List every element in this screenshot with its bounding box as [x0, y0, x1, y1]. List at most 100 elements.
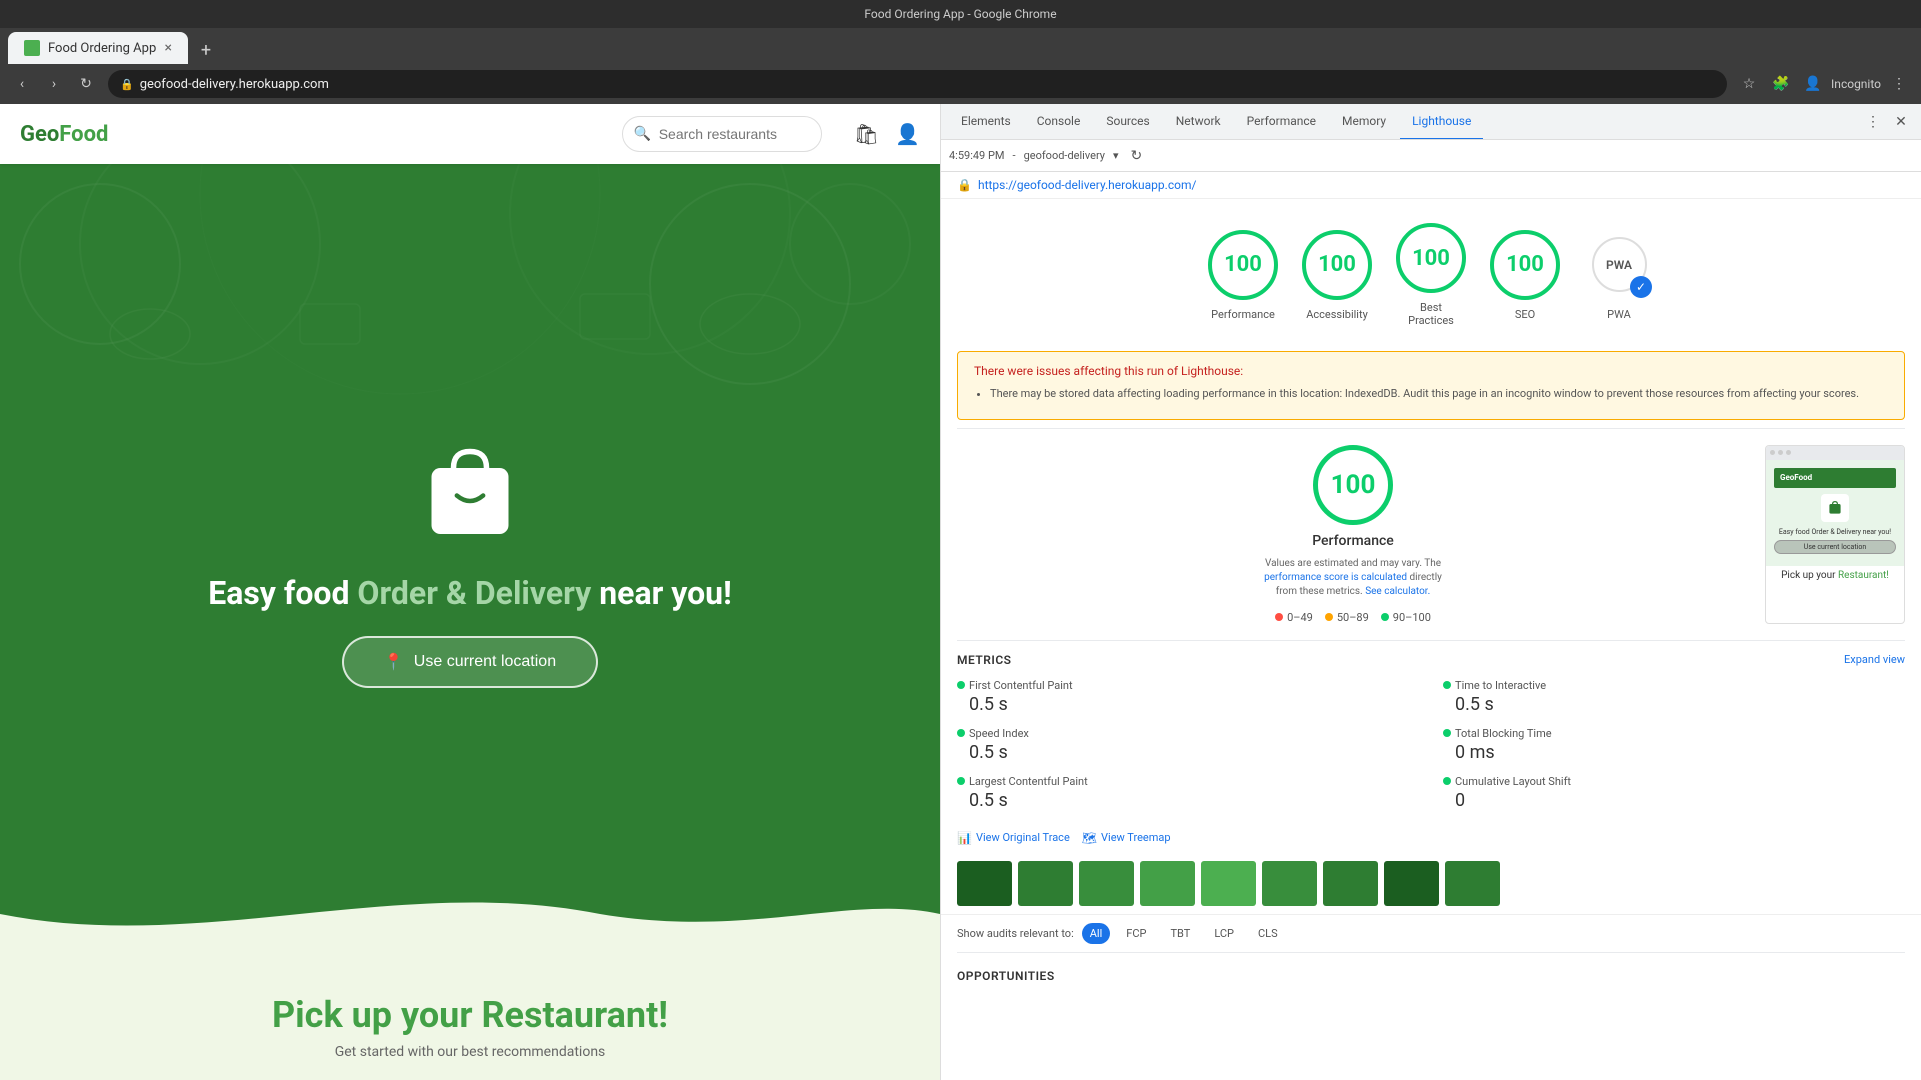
- hero-title-part1: Easy food: [208, 574, 357, 612]
- perf-note: Values are estimated and may vary. The p…: [1253, 557, 1453, 599]
- metric-lcp-value: 0.5 s: [957, 790, 1419, 811]
- devtools-tab-lighthouse[interactable]: Lighthouse: [1400, 104, 1483, 140]
- metric-fcp-name: First Contentful Paint: [957, 679, 1419, 692]
- refresh-button[interactable]: ↻: [72, 70, 100, 98]
- metric-tti-dot: [1443, 681, 1451, 689]
- metric-lcp: Largest Contentful Paint 0.5 s: [957, 775, 1419, 811]
- audit-tab-fcp[interactable]: FCP: [1118, 923, 1154, 944]
- pwa-score-label: PWA: [1607, 308, 1631, 321]
- legend-pass: 90–100: [1381, 611, 1431, 624]
- metric-cls-label: Cumulative Layout Shift: [1455, 775, 1571, 788]
- screenshot-header: [1766, 446, 1904, 460]
- browser-tab-active[interactable]: Food Ordering App ×: [8, 32, 188, 64]
- metrics-section: METRICS Expand view First Contentful Pai…: [941, 641, 1921, 823]
- warning-item-0: There may be stored data affecting loadi…: [990, 386, 1888, 403]
- score-best-practices: 100 Best Practices: [1396, 223, 1466, 327]
- browser-window: Food Ordering App - Google Chrome Food O…: [0, 0, 1921, 104]
- view-original-trace-button[interactable]: 📊 View Original Trace: [957, 831, 1070, 845]
- back-button[interactable]: ‹: [8, 70, 36, 98]
- devtools-tabs: Elements Console Sources Network Perform…: [941, 104, 1921, 140]
- view-treemap-button[interactable]: 🗺 View Treemap: [1082, 831, 1171, 845]
- browser-tab-bar: Food Ordering App × +: [0, 28, 1921, 64]
- browser-action-buttons: ☆ 🧩 👤 Incognito ⋮: [1735, 70, 1913, 98]
- perf-score-value: 100: [1331, 470, 1376, 500]
- screenshot-body: GeoFood Easy food Order & Delivery near …: [1766, 460, 1904, 566]
- bookmark-button[interactable]: ☆: [1735, 70, 1763, 98]
- show-audits-label: Show audits relevant to:: [957, 927, 1074, 940]
- devtools-tab-console[interactable]: Console: [1025, 104, 1093, 140]
- profile-button[interactable]: 👤: [1799, 70, 1827, 98]
- user-icon[interactable]: 👤: [895, 122, 920, 146]
- menu-button[interactable]: ⋮: [1885, 70, 1913, 98]
- legend-fail: 0–49: [1275, 611, 1313, 624]
- metric-fcp-label: First Contentful Paint: [969, 679, 1073, 692]
- pickup-title-part1: Pick up your: [272, 994, 482, 1036]
- lighthouse-url-dropdown[interactable]: ▾: [1113, 149, 1119, 162]
- screenshot-mini-logo: GeoFood: [1780, 473, 1812, 482]
- metric-tbt-dot: [1443, 729, 1451, 737]
- seo-score-value: 100: [1506, 252, 1544, 277]
- use-current-location-button[interactable]: 📍 Use current location: [342, 636, 598, 688]
- view-buttons: 📊 View Original Trace 🗺 View Treemap: [941, 823, 1921, 853]
- thumbnail-7: [1323, 861, 1378, 906]
- devtools-more-button[interactable]: ⋮: [1861, 110, 1885, 134]
- thumbnails-row: [941, 853, 1921, 914]
- ssl-lock-icon: 🔒: [120, 78, 134, 91]
- search-input[interactable]: [622, 116, 822, 152]
- legend-fail-range: 0–49: [1287, 611, 1313, 624]
- wave-decoration: [0, 874, 940, 954]
- score-pwa: PWA ✓ PWA: [1584, 230, 1654, 321]
- thumbnail-5: [1201, 861, 1256, 906]
- devtools-tab-performance[interactable]: Performance: [1235, 104, 1328, 140]
- bag-icon: [410, 430, 530, 550]
- warning-text: There may be stored data affecting loadi…: [974, 386, 1888, 403]
- pickup-subtitle: Get started with our best recommendation…: [20, 1044, 920, 1060]
- metric-tbt-name: Total Blocking Time: [1443, 727, 1905, 740]
- perf-note-text: Values are estimated and may vary. The: [1265, 558, 1441, 569]
- metric-fcp: First Contentful Paint 0.5 s: [957, 679, 1419, 715]
- cart-icon[interactable]: 🛍: [854, 122, 879, 146]
- audit-tab-cls[interactable]: CLS: [1250, 923, 1286, 944]
- expand-view-button[interactable]: Expand view: [1844, 653, 1905, 666]
- devtools-tab-network[interactable]: Network: [1164, 104, 1233, 140]
- trace-icon: 📊: [957, 831, 972, 845]
- metric-lcp-label: Largest Contentful Paint: [969, 775, 1088, 788]
- lighthouse-url-name: geofood-delivery: [1024, 149, 1105, 162]
- forward-button[interactable]: ›: [40, 70, 68, 98]
- metric-cls-name: Cumulative Layout Shift: [1443, 775, 1905, 788]
- lighthouse-time: 4:59:49 PM: [949, 149, 1005, 162]
- devtools-tab-elements[interactable]: Elements: [949, 104, 1023, 140]
- screenshot-mini-header: GeoFood: [1774, 468, 1896, 488]
- app-header: GeoFood 🔍 🛍 👤: [0, 104, 940, 164]
- metric-lcp-name: Largest Contentful Paint: [957, 775, 1419, 788]
- thumbnail-6: [1262, 861, 1317, 906]
- devtools-close-button[interactable]: ✕: [1889, 110, 1913, 134]
- perf-score-link[interactable]: performance score is calculated: [1264, 572, 1407, 583]
- devtools-tab-sources[interactable]: Sources: [1094, 104, 1161, 140]
- lighthouse-warning-box: There were issues affecting this run of …: [957, 351, 1905, 420]
- devtools-tab-memory[interactable]: Memory: [1330, 104, 1398, 140]
- lighthouse-refresh-icon[interactable]: ↻: [1131, 148, 1143, 164]
- devtools-content: 🔒 https://geofood-delivery.herokuapp.com…: [941, 172, 1921, 1080]
- accessibility-score-value: 100: [1318, 252, 1356, 277]
- audit-tab-tbt[interactable]: TBT: [1162, 923, 1198, 944]
- tab-close-button[interactable]: ×: [165, 40, 172, 56]
- audit-tab-lcp[interactable]: LCP: [1206, 923, 1242, 944]
- metric-si-value: 0.5 s: [957, 742, 1419, 763]
- hero-section: Easy food Order & Delivery near you! 📍 U…: [0, 164, 940, 954]
- metric-tti: Time to Interactive 0.5 s: [1443, 679, 1905, 715]
- location-icon: 📍: [384, 652, 404, 672]
- view-treemap-label: View Treemap: [1101, 831, 1171, 844]
- metrics-header: METRICS Expand view: [957, 653, 1905, 667]
- metric-tti-value: 0.5 s: [1443, 694, 1905, 715]
- audit-tab-all[interactable]: All: [1082, 923, 1111, 944]
- metric-fcp-dot: [957, 681, 965, 689]
- extension-button[interactable]: 🧩: [1767, 70, 1795, 98]
- legend-average: 50–89: [1325, 611, 1369, 624]
- view-trace-label: View Original Trace: [976, 831, 1070, 844]
- pwa-label: PWA: [1606, 258, 1632, 272]
- perf-calc-link[interactable]: See calculator.: [1365, 586, 1430, 597]
- address-bar-input[interactable]: 🔒 geofood-delivery.herokuapp.com: [108, 70, 1727, 98]
- devtools-panel: Elements Console Sources Network Perform…: [940, 104, 1921, 1080]
- new-tab-button[interactable]: +: [192, 36, 220, 64]
